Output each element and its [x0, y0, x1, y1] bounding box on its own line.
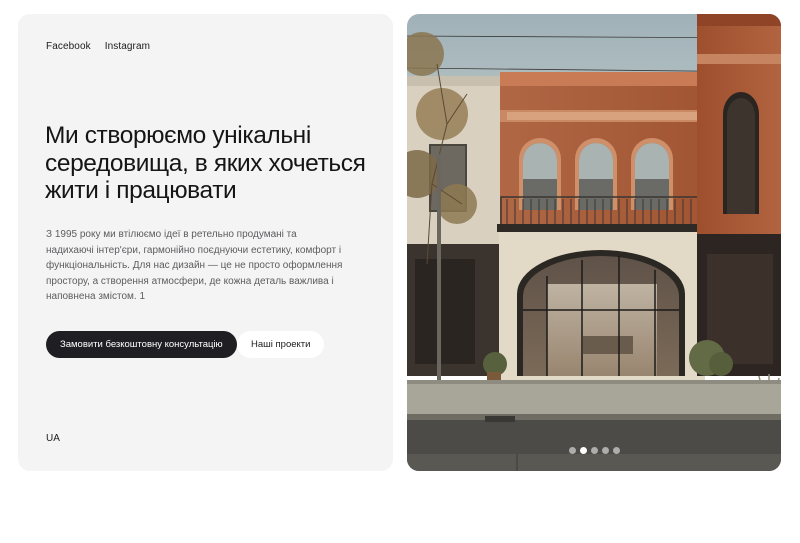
our-projects-button[interactable]: Наші проекти — [237, 331, 325, 358]
slider-pagination — [407, 447, 781, 454]
slider-dot[interactable] — [590, 447, 598, 454]
building-facade-photo — [407, 14, 781, 471]
hero-description: З 1995 року ми втілюємо ідеї в ретельно … — [46, 229, 343, 303]
facebook-link[interactable]: Facebook — [46, 41, 91, 52]
instagram-link[interactable]: Instagram — [105, 41, 150, 52]
slider-dot[interactable] — [568, 447, 576, 454]
hero-headline: Ми створюємо унікальні середовища, в яки… — [45, 122, 366, 204]
slider-dot-active[interactable] — [579, 447, 587, 454]
social-links: Facebook Instagram — [46, 41, 150, 52]
slider-dot[interactable] — [612, 447, 620, 454]
hero-card: Facebook Instagram Ми створюємо унікальн… — [18, 14, 393, 471]
gallery-slider — [407, 14, 781, 471]
language-switcher[interactable]: UA — [46, 433, 60, 444]
slider-dot[interactable] — [601, 447, 609, 454]
free-consultation-button[interactable]: Замовити безкоштовну консультацію — [46, 331, 237, 358]
